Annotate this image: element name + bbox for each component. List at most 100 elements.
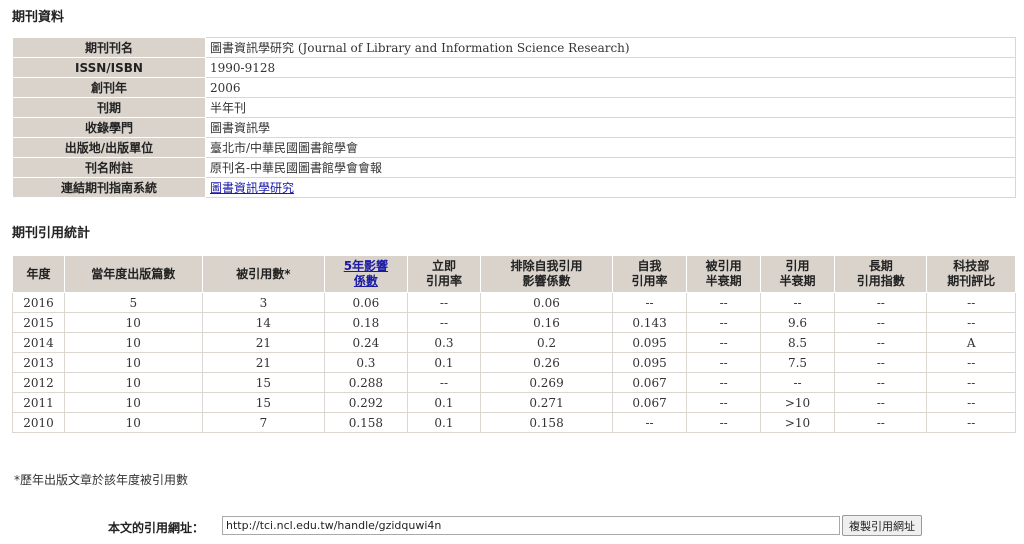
citation-url-label: 本文的引用網址： bbox=[108, 521, 205, 535]
stats-cell: -- bbox=[834, 352, 928, 373]
stats-header-line2: 期刊評比 bbox=[947, 274, 996, 288]
stats-cell: 2012 bbox=[12, 372, 65, 393]
info-label: 出版地/出版單位 bbox=[12, 137, 206, 158]
stats-cell: 0.1 bbox=[406, 392, 482, 413]
stats-header-line1: 年度 bbox=[26, 266, 51, 281]
five-year-impact-link[interactable]: 5年影響 係數 bbox=[344, 259, 388, 288]
stats-row: 2016 5 3 0.06 -- 0.06 -- -- -- -- -- bbox=[12, 292, 1016, 313]
stats-cell: 10 bbox=[63, 372, 203, 393]
stats-cell: -- bbox=[926, 412, 1016, 433]
info-row: 期刊刊名 圖書資訊學研究 (Journal of Library and Info… bbox=[12, 37, 1016, 58]
stats-header-line1: 排除自我引用 bbox=[510, 259, 583, 273]
stats-cell: >10 bbox=[759, 392, 836, 413]
stats-row: 2013 10 21 0.3 0.1 0.26 0.095 -- 7.5 -- -- bbox=[12, 352, 1016, 373]
stats-cell: 7 bbox=[201, 412, 326, 433]
stats-cell: A bbox=[926, 332, 1016, 353]
stats-cell: -- bbox=[834, 292, 928, 313]
stats-header-line1: 科技部 bbox=[953, 259, 990, 273]
stats-cell: 2015 bbox=[12, 312, 65, 333]
stats-cell: -- bbox=[759, 372, 836, 393]
stats-cell: 9.6 bbox=[759, 312, 836, 333]
stats-cell: 0.292 bbox=[324, 392, 408, 413]
stats-header-line1: 引用 bbox=[785, 259, 810, 273]
journal-guide-link[interactable]: 圖書資訊學研究 bbox=[210, 181, 294, 195]
stats-cell: -- bbox=[686, 292, 761, 313]
stats-cell: 0.158 bbox=[480, 412, 613, 433]
stats-cell: -- bbox=[611, 412, 688, 433]
stats-header: 被引用 半衰期 bbox=[686, 255, 761, 293]
stats-header-text: 立即 引用率 bbox=[426, 259, 462, 288]
stats-cell: -- bbox=[686, 412, 761, 433]
stats-header-line1: 自我 bbox=[637, 259, 662, 273]
stats-cell: -- bbox=[834, 412, 928, 433]
info-value: 臺北市/中華民國圖書館學會 bbox=[205, 137, 1016, 158]
stats-cell: 3 bbox=[201, 292, 326, 313]
stats-cell: 0.271 bbox=[480, 392, 613, 413]
stats-header: 被引用數* bbox=[201, 255, 326, 293]
info-row: 刊名附註 原刊名-中華民國圖書館學會會報 bbox=[12, 157, 1016, 178]
stats-header: 自我 引用率 bbox=[611, 255, 688, 293]
copy-citation-url-button[interactable]: 複製引用網址 bbox=[842, 515, 922, 536]
stats-cell: 0.3 bbox=[406, 332, 482, 353]
stats-header: 當年度出版篇數 bbox=[63, 255, 203, 293]
stats-cell: 0.2 bbox=[480, 332, 613, 353]
stats-header-text: 引用 半衰期 bbox=[780, 259, 816, 288]
stats-cell: 2016 bbox=[12, 292, 65, 313]
stats-cell: -- bbox=[926, 392, 1016, 413]
info-value: 2006 bbox=[205, 77, 1016, 98]
stats-row: 2014 10 21 0.24 0.3 0.2 0.095 -- 8.5 -- A bbox=[12, 332, 1016, 353]
stats-header-text: 自我 引用率 bbox=[632, 259, 668, 288]
stats-header-line1: 被引用 bbox=[705, 259, 742, 273]
info-value: 圖書資訊學 bbox=[205, 117, 1016, 138]
info-value: 半年刊 bbox=[205, 97, 1016, 118]
stats-cell: 2013 bbox=[12, 352, 65, 373]
stats-row: 2010 10 7 0.158 0.1 0.158 -- -- >10 -- -- bbox=[12, 412, 1016, 433]
stats-cell: -- bbox=[759, 292, 836, 313]
stats-cell: 0.06 bbox=[324, 292, 408, 313]
stats-row: 2012 10 15 0.288 -- 0.269 0.067 -- -- -- -- bbox=[12, 372, 1016, 393]
citation-stats-table: 年度 當年度出版篇數 被引用數* 5年影響 係數 立即 引用率 排除自我引用 影響係數 自我 引用率… bbox=[12, 255, 1016, 433]
stats-cell: >10 bbox=[759, 412, 836, 433]
stats-cell: -- bbox=[926, 312, 1016, 333]
info-row: 連結期刊指南系統 圖書資訊學研究 bbox=[12, 177, 1016, 198]
citation-stats-title: 期刊引用統計 bbox=[12, 226, 91, 241]
stats-cell: -- bbox=[406, 292, 482, 313]
info-label: 連結期刊指南系統 bbox=[12, 177, 206, 198]
citation-url-input[interactable] bbox=[222, 516, 840, 535]
stats-cell: -- bbox=[686, 372, 761, 393]
stats-cell: 0.1 bbox=[406, 352, 482, 373]
stats-cell: 2011 bbox=[12, 392, 65, 413]
stats-cell: 10 bbox=[63, 332, 203, 353]
info-value: 1990-9128 bbox=[205, 57, 1016, 78]
stats-cell: 15 bbox=[201, 392, 326, 413]
stats-header: 排除自我引用 影響係數 bbox=[480, 255, 613, 293]
stats-cell: -- bbox=[926, 372, 1016, 393]
stats-cell: 0.095 bbox=[611, 352, 688, 373]
stats-header: 立即 引用率 bbox=[406, 255, 482, 293]
stats-header: 長期 引用指數 bbox=[834, 255, 928, 293]
stats-cell: 0.269 bbox=[480, 372, 613, 393]
stats-cell: 10 bbox=[63, 312, 203, 333]
stats-header[interactable]: 5年影響 係數 bbox=[324, 255, 408, 293]
stats-header-line1: 立即 bbox=[431, 259, 456, 273]
info-value: 圖書資訊學研究 (Journal of Library and Informat… bbox=[205, 37, 1016, 58]
stats-header-text: 被引用 半衰期 bbox=[706, 259, 742, 288]
stats-cell: -- bbox=[406, 312, 482, 333]
stats-header-line2: 半衰期 bbox=[779, 274, 816, 288]
stats-header: 年度 bbox=[12, 255, 65, 293]
stats-cell: 0.06 bbox=[480, 292, 613, 313]
info-value: 圖書資訊學研究 bbox=[205, 177, 1016, 198]
stats-cell: 0.067 bbox=[611, 392, 688, 413]
stats-cell: 0.24 bbox=[324, 332, 408, 353]
stats-cell: 0.3 bbox=[324, 352, 408, 373]
stats-header-line2: 引用率 bbox=[631, 274, 668, 288]
stats-header-line2: 影響係數 bbox=[522, 274, 571, 288]
stats-cell: -- bbox=[686, 312, 761, 333]
journal-info-table: 期刊刊名 圖書資訊學研究 (Journal of Library and Info… bbox=[12, 37, 1016, 198]
stats-cell: 0.16 bbox=[480, 312, 613, 333]
stats-header-line1: 當年度出版篇數 bbox=[91, 266, 176, 281]
stats-header: 科技部 期刊評比 bbox=[926, 255, 1016, 293]
stats-cell: 2014 bbox=[12, 332, 65, 353]
stats-cell: 0.1 bbox=[406, 412, 482, 433]
stats-cell: -- bbox=[834, 332, 928, 353]
